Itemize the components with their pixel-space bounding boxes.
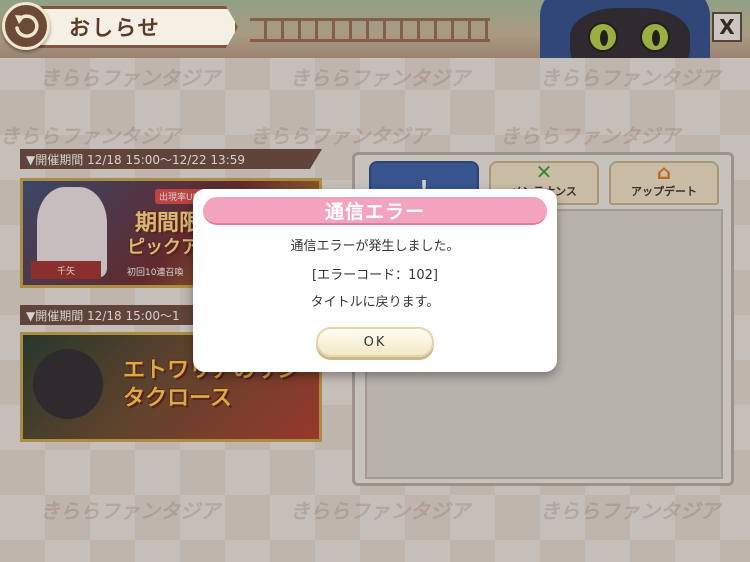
back-arrow-icon: [15, 14, 39, 38]
dialog-return-message: タイトルに戻ります。: [310, 295, 440, 310]
dialog-title: 通信エラー: [203, 197, 547, 225]
dialog-message: 通信エラーが発生しました。: [290, 239, 460, 254]
dialog-error-code: [エラーコード：102]: [312, 268, 438, 283]
page-title: おしらせ: [69, 16, 161, 40]
error-dialog: 通信エラー 通信エラーが発生しました。 [エラーコード：102] タイトルに戻り…: [193, 189, 557, 372]
ok-button[interactable]: OK: [316, 327, 434, 357]
page-title-banner: おしらせ: [38, 6, 238, 48]
back-button[interactable]: [2, 2, 50, 50]
